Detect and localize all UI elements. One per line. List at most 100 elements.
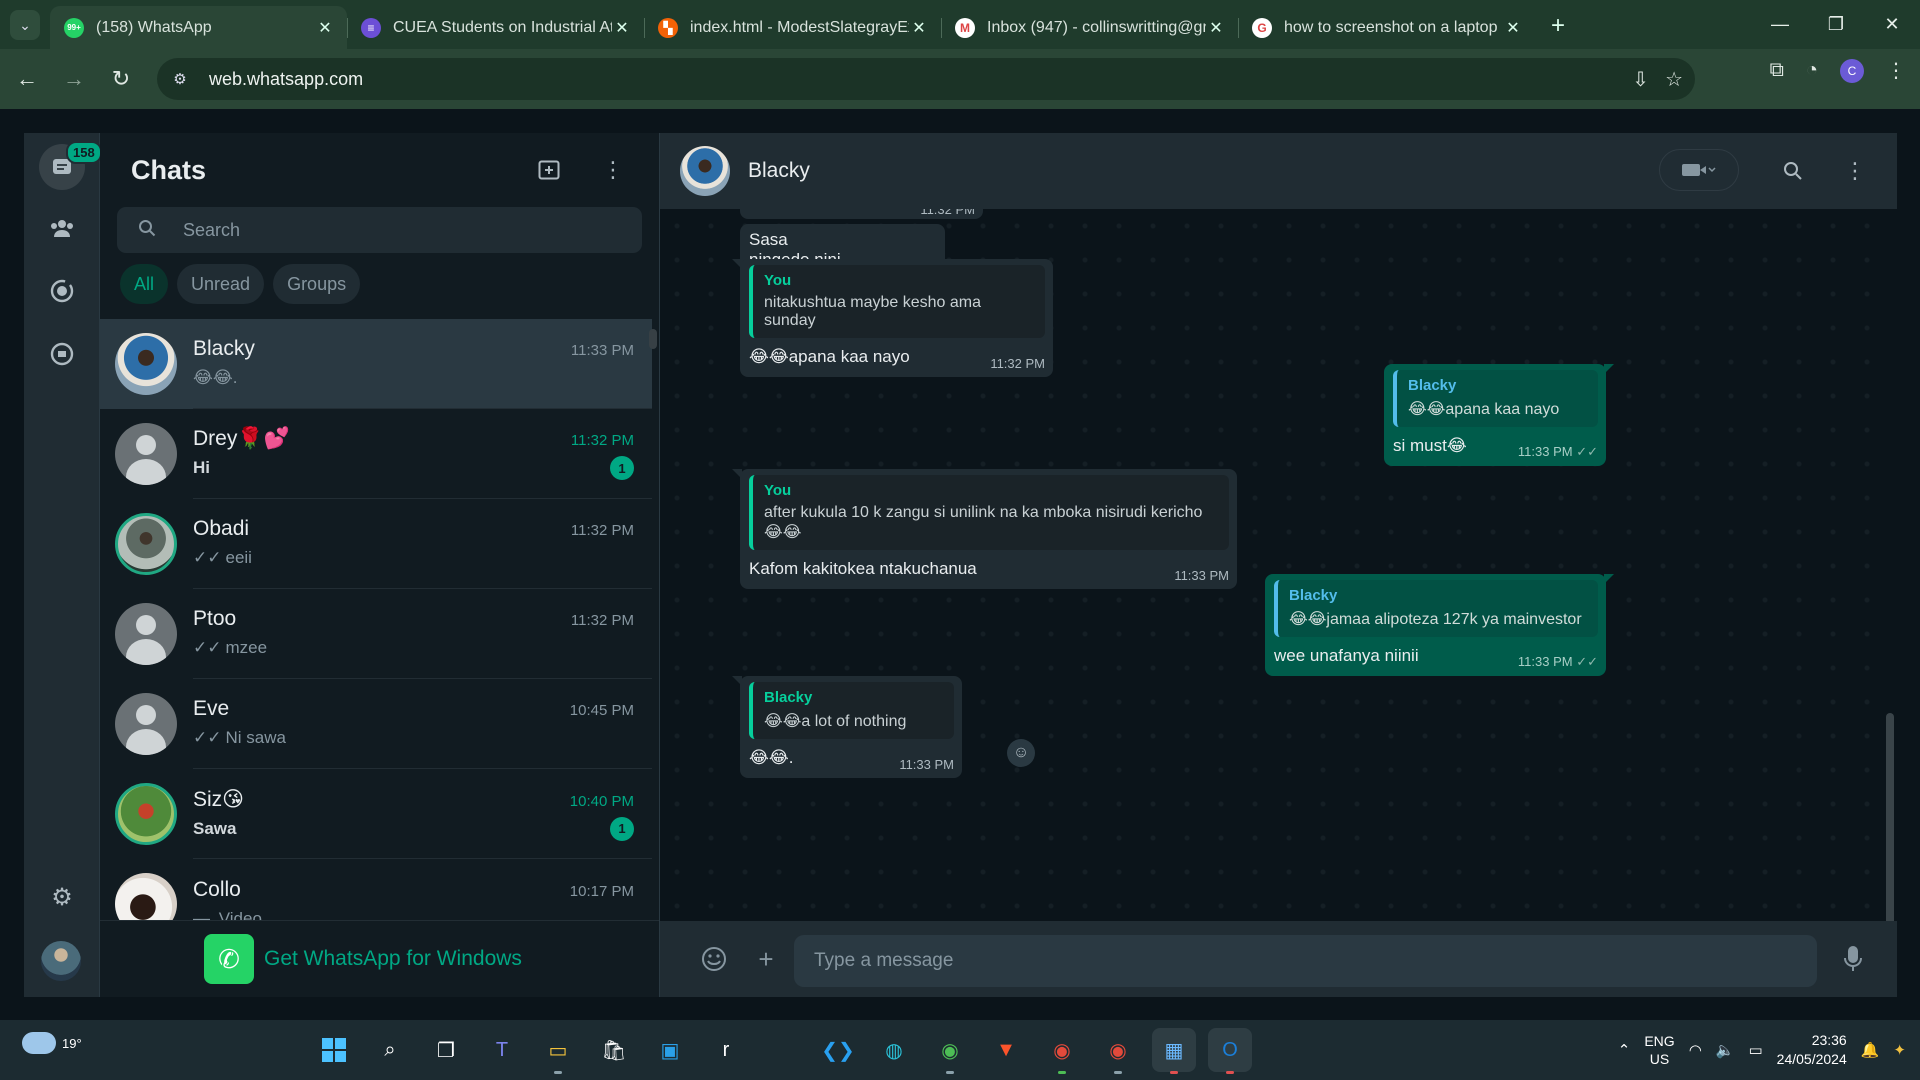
emoji-icon[interactable] — [688, 933, 740, 985]
status-icon[interactable] — [39, 268, 85, 314]
tab-close-icon[interactable]: ✕ — [909, 18, 929, 38]
task-view-icon[interactable]: ❐ — [424, 1028, 468, 1072]
chat-row[interactable]: Eve 10:45 PM ✓✓ Ni sawa — [100, 679, 652, 769]
weather-widget[interactable]: 19° — [22, 1032, 82, 1054]
contact-avatar[interactable] — [680, 146, 730, 196]
tab-title[interactable]: how to screenshot on a laptop — [1284, 19, 1503, 37]
chat-avatar[interactable] — [115, 873, 177, 920]
browser-tab[interactable]: ▚ index.html - ModestSlategrayEx ✕ — [644, 6, 941, 49]
install-app-icon[interactable]: ⇩ — [1632, 67, 1649, 92]
chat-row[interactable]: Obadi 11:32 PM ✓✓ eeii — [100, 499, 652, 589]
new-chat-icon[interactable] — [529, 150, 569, 190]
tray-chevron-icon[interactable]: ⌃ — [1618, 1041, 1631, 1059]
chat-avatar[interactable] — [115, 693, 177, 755]
chat-avatar[interactable] — [115, 603, 177, 665]
brave-icon[interactable]: ▼ — [984, 1028, 1028, 1072]
tab-title[interactable]: CUEA Students on Industrial Att — [393, 19, 612, 37]
start-windows-icon[interactable] — [312, 1028, 356, 1072]
battery-icon[interactable]: ▭ — [1748, 1041, 1762, 1059]
filter-chip-groups[interactable]: Groups — [273, 264, 361, 304]
filter-chip-unread[interactable]: Unread — [177, 264, 265, 304]
chat-row[interactable]: Siz😘 10:40 PM Sawa 1 — [100, 769, 652, 859]
restore-icon[interactable]: ❐ — [1808, 0, 1864, 49]
get-whatsapp-link[interactable]: Get WhatsApp for Windows — [264, 947, 522, 971]
vscode-icon[interactable]: ❮❯ — [816, 1028, 860, 1072]
quoted-message[interactable]: Blacky 😂😂a lot of nothing — [749, 682, 954, 739]
clock[interactable]: 23:36 24/05/2024 — [1777, 1031, 1847, 1069]
filter-chip-all[interactable]: All — [120, 264, 169, 304]
search-messages-icon[interactable] — [1773, 151, 1813, 191]
copilot-icon[interactable]: ✦ — [1893, 1041, 1906, 1059]
react-emoji-icon[interactable]: ☺ — [1007, 739, 1035, 767]
quoted-message[interactable]: Blacky 😂😂jamaa alipoteza 127k ya mainvest… — [1274, 580, 1598, 637]
channels-icon[interactable] — [39, 331, 85, 377]
my-profile-avatar[interactable] — [41, 941, 81, 981]
settings-gear-icon[interactable]: ⚙ — [39, 874, 85, 920]
menu-dots-icon[interactable]: ⋮ — [593, 150, 633, 190]
chat-avatar[interactable] — [115, 423, 177, 485]
chat-avatar[interactable] — [115, 333, 177, 395]
app-r-icon[interactable]: r — [704, 1028, 748, 1072]
chat-row[interactable]: Blacky 11:33 PM 😂😂. — [100, 319, 652, 409]
communities-icon[interactable] — [39, 205, 85, 251]
tab-search-button[interactable]: ⌄ — [10, 10, 40, 40]
browser-menu-icon[interactable]: ⋮ — [1886, 58, 1906, 83]
tab-close-icon[interactable]: ✕ — [612, 18, 632, 38]
minimize-icon[interactable]: — — [1752, 0, 1808, 49]
tab-close-icon[interactable]: ✕ — [1206, 18, 1226, 38]
wifi-icon[interactable]: ◠ — [1689, 1041, 1702, 1059]
mysql-workbench-icon[interactable]: ▣ — [648, 1028, 692, 1072]
quoted-message[interactable]: Blacky 😂😂apana kaa nayo — [1393, 370, 1598, 427]
message-bubble[interactable]: You nitakushtua maybe kesho ama sunday 😂😂a… — [732, 259, 1053, 377]
microsoft-store-icon[interactable]: 🛍 — [592, 1028, 636, 1072]
profile-avatar[interactable]: C — [1840, 58, 1864, 83]
chrome-alt-icon[interactable]: ◉ — [1096, 1028, 1140, 1074]
tab-title[interactable]: (158) WhatsApp — [96, 19, 315, 37]
back-button[interactable]: ← — [7, 59, 47, 99]
file-explorer-icon[interactable]: ▭ — [536, 1028, 580, 1074]
get-whatsapp-banner[interactable]: ✆ Get WhatsApp for Windows — [100, 920, 659, 997]
volume-icon[interactable]: 🔈 — [1716, 1041, 1735, 1059]
search-taskbar-icon[interactable]: ⌕ — [368, 1028, 412, 1072]
browser-tab[interactable]: ≡ CUEA Students on Industrial Att ✕ — [347, 6, 644, 49]
notification-bell-icon[interactable]: 🔔 — [1861, 1041, 1880, 1059]
tab-close-icon[interactable]: ✕ — [1503, 18, 1523, 38]
language-indicator[interactable]: ENG US — [1644, 1032, 1674, 1068]
conversation-menu-icon[interactable]: ⋮ — [1835, 151, 1875, 191]
message-input[interactable] — [814, 950, 1817, 972]
site-info-icon[interactable]: ⚙ — [165, 64, 195, 94]
chat-row[interactable]: Collo 10:17 PM ▬ Video — [100, 859, 652, 920]
message-bubble[interactable]: You after kukula 10 k zangu si unilink na… — [732, 469, 1237, 589]
chat-avatar[interactable] — [115, 783, 177, 845]
message-scrollbar[interactable] — [1886, 713, 1894, 933]
contact-name[interactable]: Blacky — [748, 159, 810, 183]
new-tab-button[interactable]: + — [1544, 12, 1572, 40]
quoted-message[interactable]: You nitakushtua maybe kesho ama sunday — [749, 265, 1045, 338]
conversation-header[interactable]: Blacky ⋮ — [660, 133, 1897, 209]
message-bubble[interactable]: Blacky 😂😂a lot of nothing 😂😂. 11:33 PM — [732, 676, 962, 778]
url-text[interactable]: web.whatsapp.com — [209, 69, 363, 90]
reload-button[interactable]: ↻ — [101, 59, 141, 99]
performance-icon[interactable]: ◔ — [1806, 59, 1818, 82]
photos-icon[interactable]: ▦ — [1152, 1028, 1196, 1074]
chrome-icon[interactable]: ◉ — [928, 1028, 972, 1074]
close-window-icon[interactable]: ✕ — [1864, 0, 1920, 49]
outlook-icon[interactable]: O — [1208, 1028, 1252, 1074]
chat-row[interactable]: Drey🌹💕 11:32 PM Hi 1 — [100, 409, 652, 499]
chat-row[interactable]: Ptoo 11:32 PM ✓✓ mzee — [100, 589, 652, 679]
browser-tab[interactable]: 99+ (158) WhatsApp ✕ — [50, 6, 347, 49]
search-input[interactable]: Search — [183, 220, 240, 241]
chat-avatar[interactable] — [115, 513, 177, 575]
video-call-button[interactable] — [1659, 149, 1739, 191]
forward-button[interactable]: → — [54, 59, 94, 99]
extensions-icon[interactable]: ⧉ — [1770, 59, 1784, 82]
edge-icon[interactable]: ◍ — [872, 1028, 916, 1072]
teams-icon[interactable]: T — [480, 1028, 524, 1072]
microphone-icon[interactable] — [1827, 933, 1879, 985]
partial-message-bubble[interactable]: 11:32 PM — [740, 209, 983, 219]
address-bar[interactable]: ⚙ web.whatsapp.com ⇩ ☆ — [157, 58, 1695, 100]
tab-title[interactable]: index.html - ModestSlategrayEx — [690, 19, 909, 37]
quoted-message[interactable]: You after kukula 10 k zangu si unilink na… — [749, 475, 1229, 550]
chat-list-scrollbar[interactable] — [649, 329, 657, 349]
search-box[interactable]: Search — [117, 207, 642, 253]
